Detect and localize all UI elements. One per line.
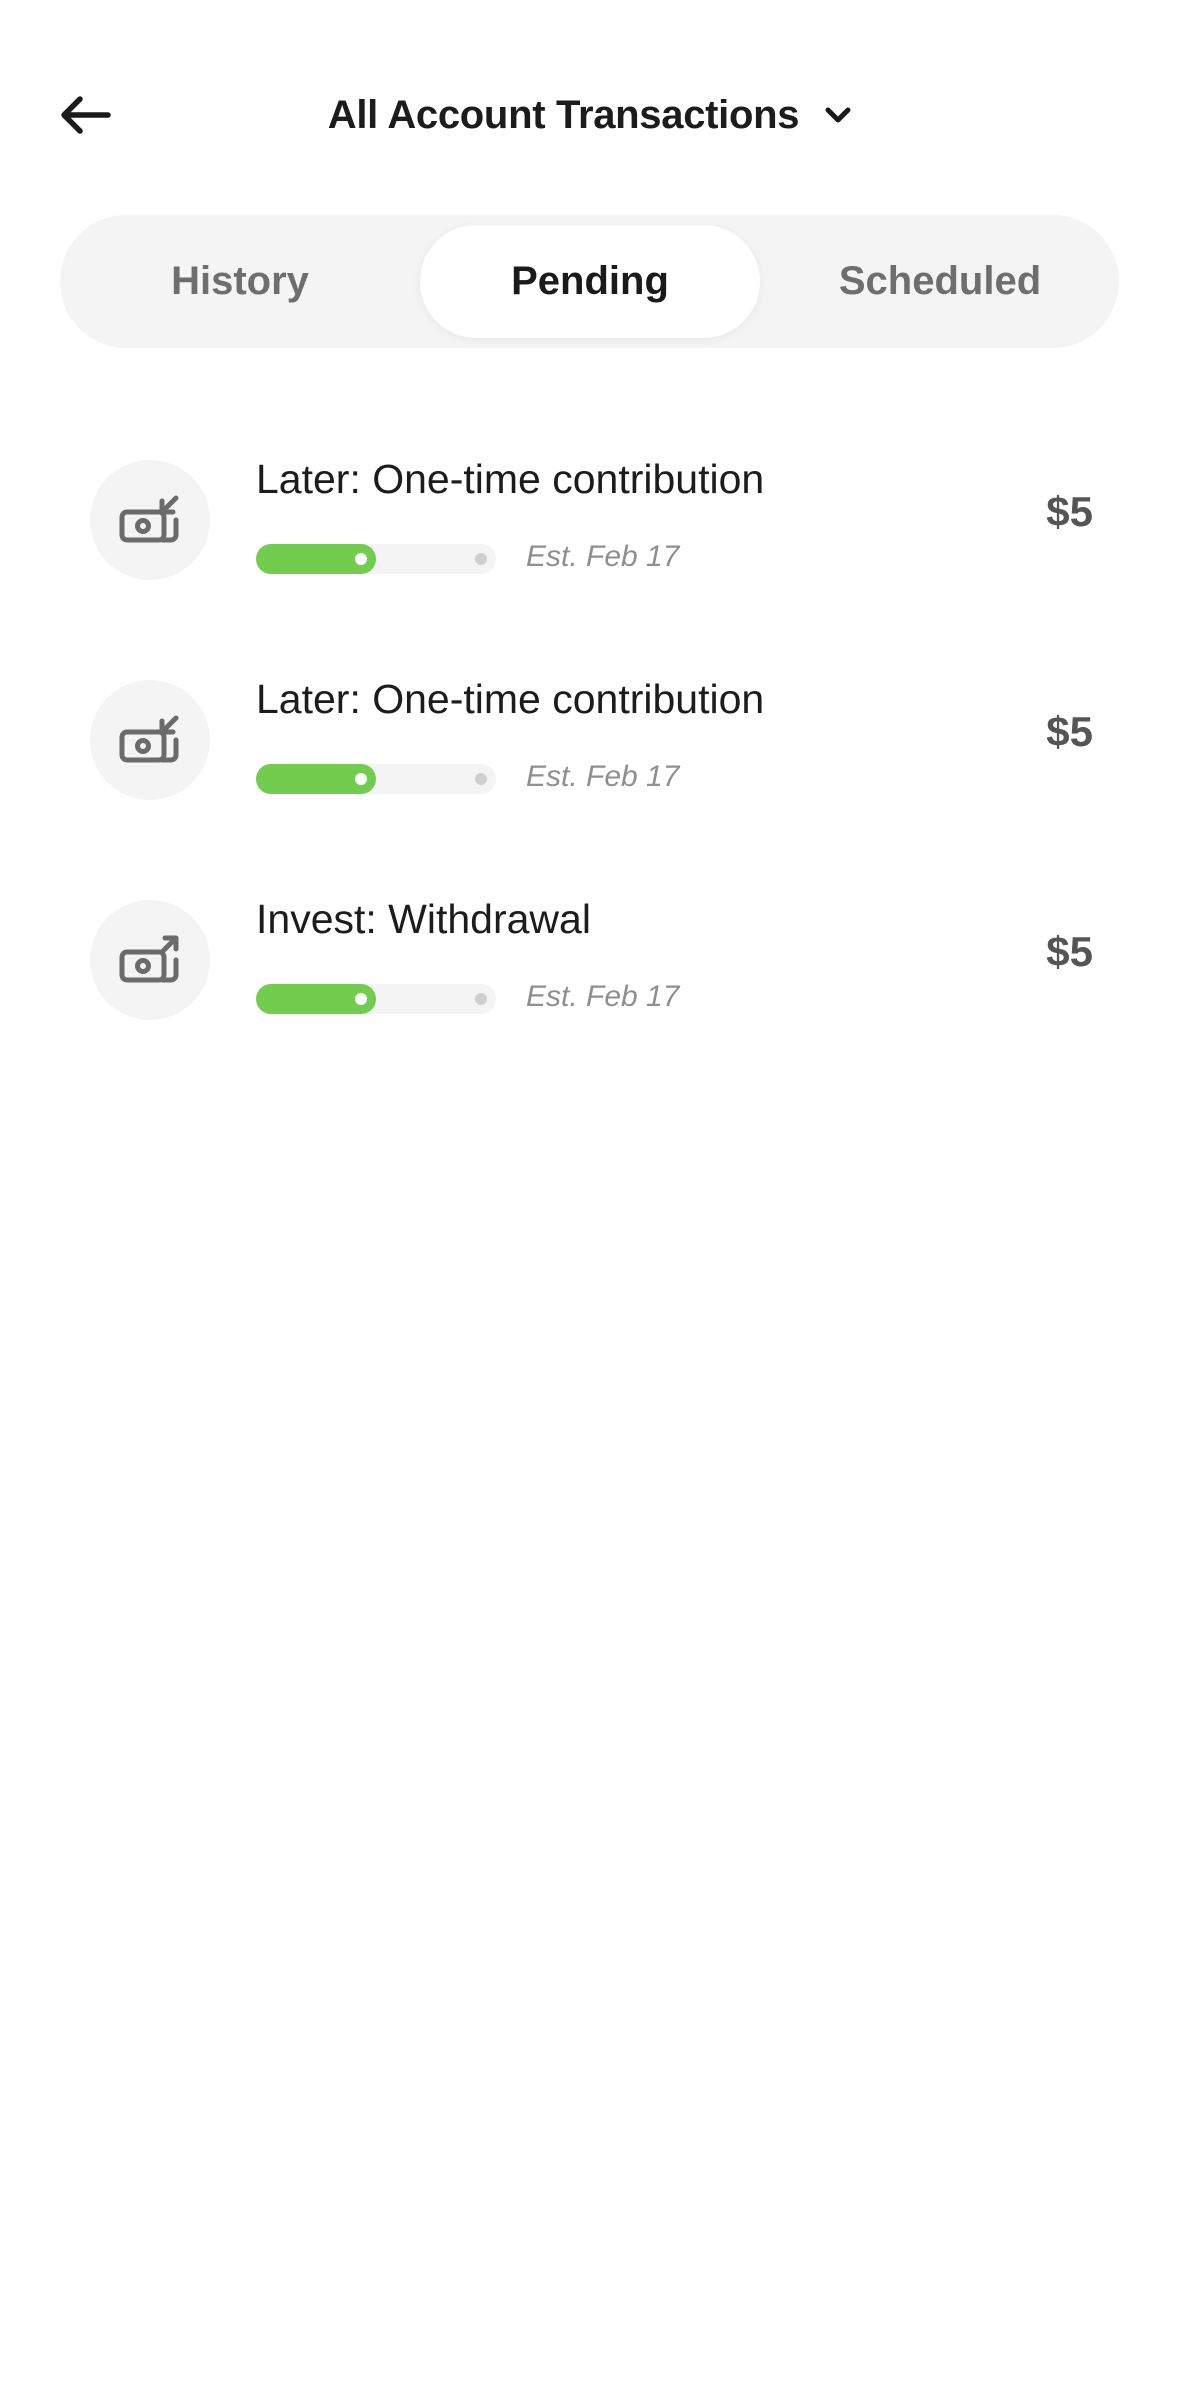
tab-pending[interactable]: Pending	[420, 225, 760, 338]
transaction-row[interactable]: Later: One-time contribution Est. Feb 17…	[0, 440, 1179, 660]
estimated-date: Est. Feb 17	[526, 760, 680, 793]
transaction-title: Later: One-time contribution	[256, 456, 765, 502]
chevron-down-icon	[825, 107, 851, 123]
estimated-date: Est. Feb 17	[526, 540, 680, 573]
progress-end-marker	[475, 553, 487, 565]
progress-end-marker	[475, 773, 487, 785]
transaction-title: Later: One-time contribution	[256, 676, 765, 722]
transaction-row[interactable]: Later: One-time contribution Est. Feb 17…	[0, 660, 1179, 880]
money-out-icon	[90, 900, 210, 1020]
progress-end-marker	[475, 993, 487, 1005]
progress-bar	[256, 544, 496, 574]
account-selector[interactable]: All Account Transactions	[0, 85, 1179, 145]
progress-bar	[256, 984, 496, 1014]
tab-history[interactable]: History	[90, 225, 390, 338]
tab-scheduled[interactable]: Scheduled	[790, 225, 1090, 338]
app-header: All Account Transactions	[0, 60, 1179, 170]
money-in-icon	[90, 680, 210, 800]
transaction-title: Invest: Withdrawal	[256, 896, 591, 942]
transaction-amount: $5	[1046, 928, 1093, 975]
progress-marker	[355, 553, 367, 565]
money-in-icon	[90, 460, 210, 580]
progress-marker	[355, 773, 367, 785]
transaction-amount: $5	[1046, 708, 1093, 755]
pending-transaction-list: Later: One-time contribution Est. Feb 17…	[0, 440, 1179, 1100]
progress-marker	[355, 993, 367, 1005]
progress-bar	[256, 764, 496, 794]
page-title: All Account Transactions	[327, 92, 800, 137]
transaction-amount: $5	[1046, 488, 1093, 535]
estimated-date: Est. Feb 17	[526, 980, 680, 1013]
transaction-row[interactable]: Invest: Withdrawal Est. Feb 17 $5	[0, 880, 1179, 1100]
transaction-tabs: History Pending Scheduled	[60, 215, 1119, 348]
